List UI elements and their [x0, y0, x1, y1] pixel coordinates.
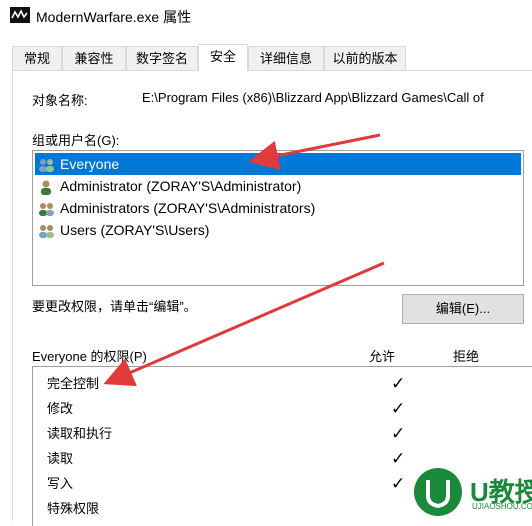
permission-name: 特殊权限 [47, 501, 100, 516]
tab-details[interactable]: 详细信息 [248, 46, 324, 70]
permission-name: 完全控制 [47, 376, 100, 391]
group-list-label: 组或用户名(G): [32, 133, 120, 148]
allow-check-icon: ✓ [391, 424, 406, 443]
permission-row: 修改 ✓ [47, 396, 527, 421]
users-group-icon [37, 201, 57, 217]
users-group-icon [37, 157, 57, 173]
list-item-administrator[interactable]: Administrator (ZORAY'S\Administrator) [35, 175, 521, 197]
watermark-url: UJIAOSHOU.COM [472, 502, 532, 511]
tab-security[interactable]: 安全 [198, 44, 248, 71]
watermark-logo: U教授 UJIAOSHOU.COM [412, 466, 532, 518]
window-title: ModernWarfare.exe 属性 [36, 9, 192, 25]
user-icon [37, 179, 57, 196]
tab-digital-signatures[interactable]: 数字签名 [126, 46, 198, 70]
list-item-administrators[interactable]: Administrators (ZORAY'S\Administrators) [35, 197, 521, 219]
permissions-title: Everyone 的权限(P) [32, 349, 147, 364]
list-item-label: Users (ZORAY'S\Users) [60, 222, 210, 238]
list-item-label: Everyone [60, 156, 120, 172]
allow-check-icon: ✓ [391, 399, 406, 418]
list-item-users[interactable]: Users (ZORAY'S\Users) [35, 219, 521, 241]
allow-check-icon: ✓ [391, 474, 406, 493]
edit-button[interactable]: 编辑(E)... [402, 294, 524, 324]
object-name-value: E:\Program Files (x86)\Blizzard App\Bliz… [142, 90, 484, 105]
allow-check-icon: ✓ [391, 449, 406, 468]
list-item-everyone[interactable]: Everyone [35, 153, 521, 175]
list-item-label: Administrator (ZORAY'S\Administrator) [60, 178, 302, 194]
shield-logo-icon [414, 468, 462, 516]
permission-name: 修改 [47, 401, 74, 416]
permission-name: 读取 [47, 451, 74, 466]
permission-row: 完全控制 ✓ [47, 371, 527, 396]
edit-hint: 要更改权限，请单击“编辑”。 [32, 299, 197, 314]
deny-column-header: 拒绝 [453, 349, 480, 364]
allow-column-header: 允许 [369, 349, 396, 364]
title-bar: ModernWarfare.exe 属性 [0, 0, 532, 34]
group-user-list[interactable]: Everyone Administrator (ZORAY'S\Administ… [32, 150, 524, 286]
permission-row: 读取和执行 ✓ [47, 421, 527, 446]
allow-check-icon: ✓ [391, 374, 406, 393]
permission-name: 读取和执行 [47, 426, 113, 441]
tab-previous-versions[interactable]: 以前的版本 [324, 46, 406, 70]
tab-general[interactable]: 常规 [12, 46, 62, 70]
app-icon [10, 7, 30, 23]
tab-compatibility[interactable]: 兼容性 [62, 46, 126, 70]
users-group-icon [37, 223, 57, 239]
tab-bar: 常规 兼容性 数字签名 安全 详细信息 以前的版本 [0, 44, 532, 71]
permission-name: 写入 [47, 476, 74, 491]
list-item-label: Administrators (ZORAY'S\Administrators) [60, 200, 316, 216]
object-name-label: 对象名称: [32, 93, 88, 108]
